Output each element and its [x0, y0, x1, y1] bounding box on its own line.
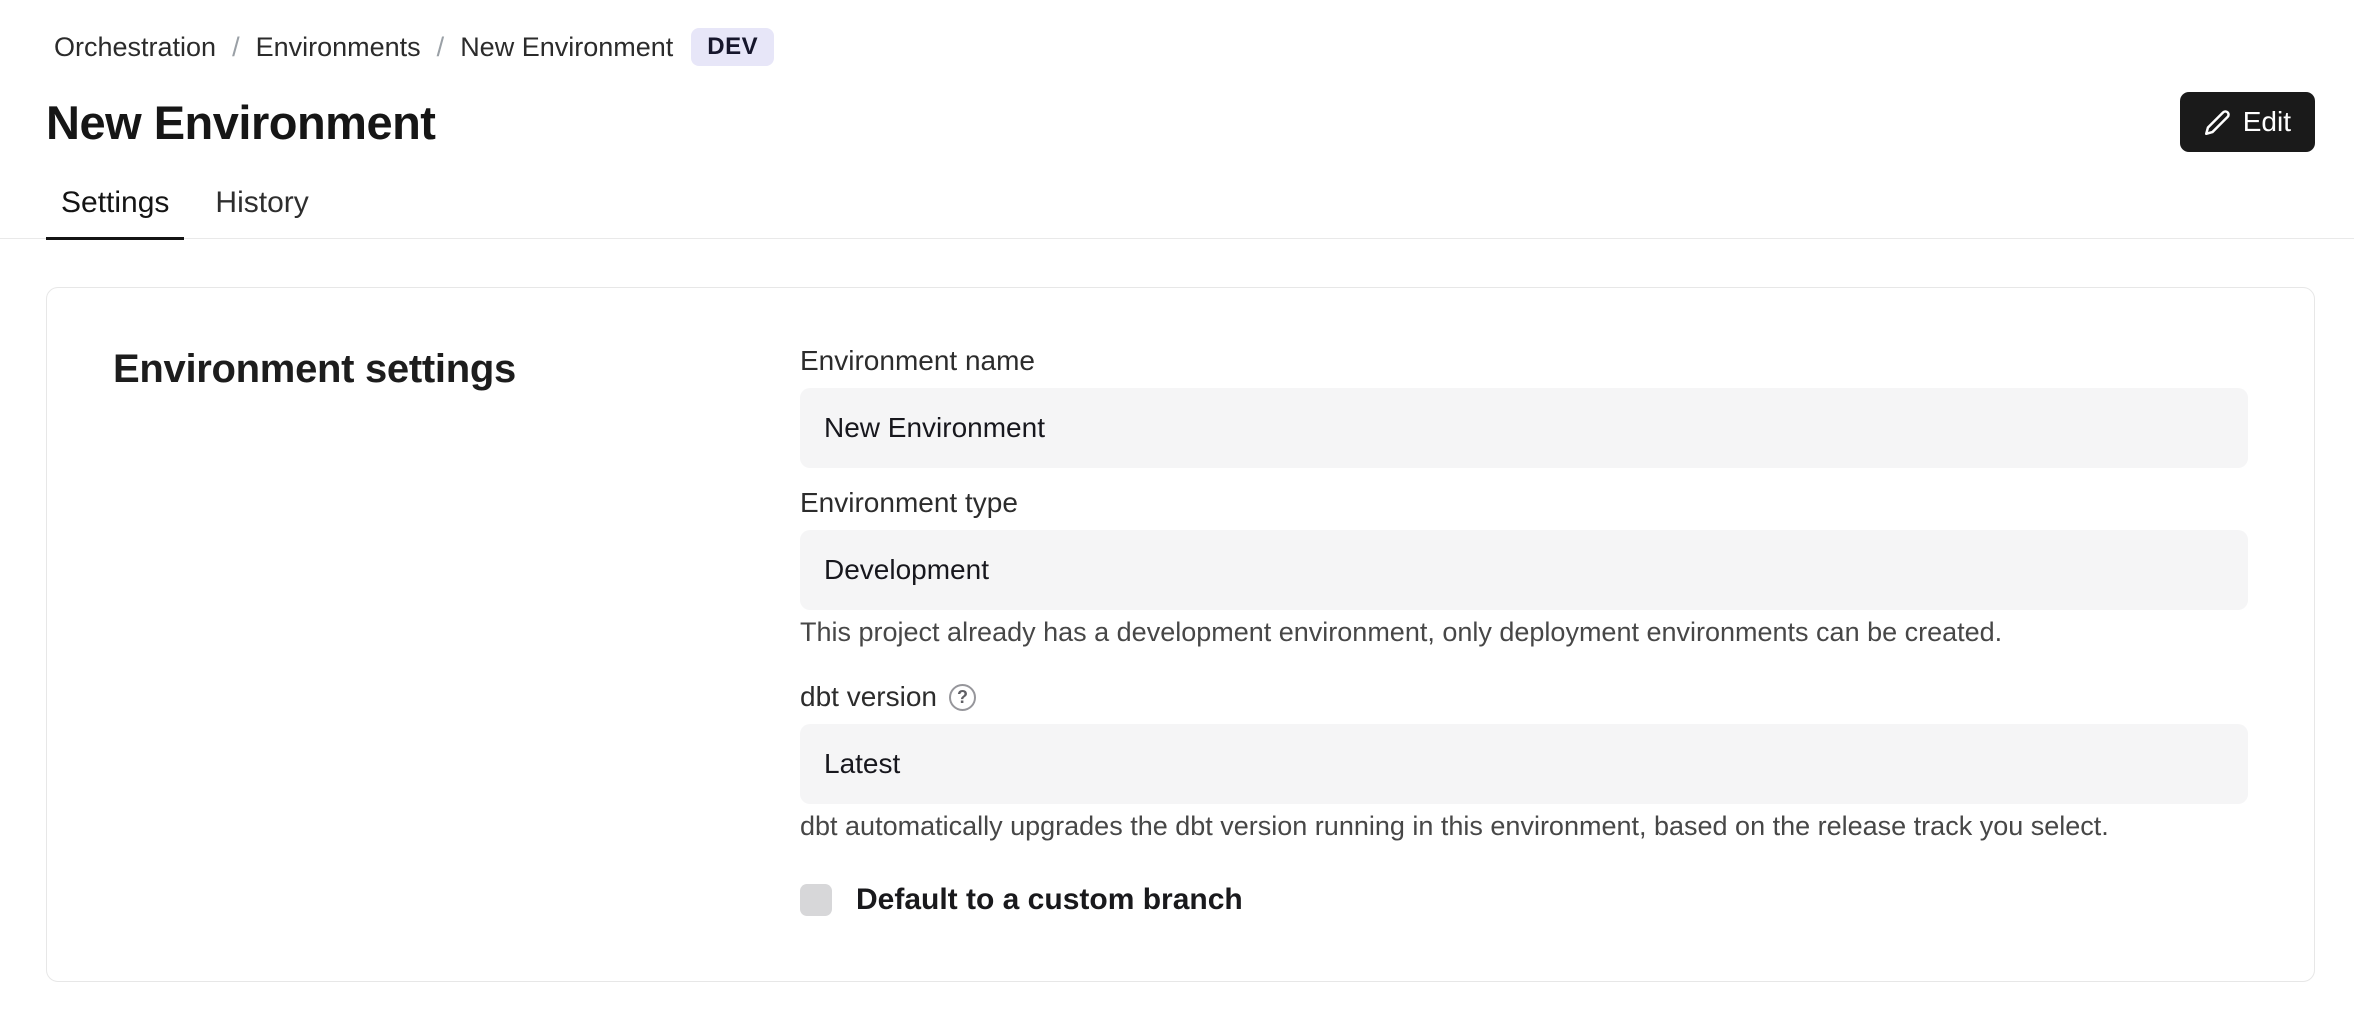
breadcrumb-separator: / [437, 32, 445, 63]
environment-name-label: Environment name [800, 346, 2248, 376]
page-title: New Environment [46, 95, 435, 150]
environment-type-field-group: Environment type This project already ha… [800, 488, 2248, 649]
edit-button-label: Edit [2243, 106, 2291, 138]
breadcrumb-item-new-environment[interactable]: New Environment [460, 32, 673, 63]
breadcrumb: Orchestration / Environments / New Envir… [0, 0, 2354, 66]
section-title: Environment settings [113, 346, 800, 392]
environment-settings-card: Environment settings Environment name En… [46, 287, 2315, 982]
custom-branch-label: Default to a custom branch [856, 883, 1243, 917]
environment-type-label: Environment type [800, 488, 2248, 518]
environment-dev-badge: DEV [691, 28, 774, 66]
edit-button[interactable]: Edit [2180, 92, 2315, 152]
pencil-icon [2204, 109, 2231, 136]
help-icon[interactable]: ? [949, 684, 976, 711]
tab-settings[interactable]: Settings [46, 186, 184, 240]
custom-branch-checkbox[interactable] [800, 884, 832, 916]
tab-bar: Settings History [0, 186, 2354, 240]
dbt-version-helper-text: dbt automatically upgrades the dbt versi… [800, 809, 2248, 843]
form-column: Environment name Environment type This p… [800, 346, 2248, 917]
dbt-version-input[interactable] [800, 724, 2248, 804]
dbt-version-field-group: dbt version ? dbt automatically upgrades… [800, 682, 2248, 843]
breadcrumb-item-environments[interactable]: Environments [256, 32, 421, 63]
environment-name-field-group: Environment name [800, 346, 2248, 468]
breadcrumb-separator: / [232, 32, 240, 63]
page-header: New Environment Edit [0, 92, 2354, 152]
custom-branch-row: Default to a custom branch [800, 883, 2248, 917]
environment-type-input[interactable] [800, 530, 2248, 610]
tab-history[interactable]: History [200, 186, 323, 240]
environment-type-helper-text: This project already has a development e… [800, 615, 2248, 649]
dbt-version-label: dbt version [800, 682, 937, 712]
section-column: Environment settings [113, 346, 800, 917]
breadcrumb-item-orchestration[interactable]: Orchestration [54, 32, 216, 63]
environment-name-input[interactable] [800, 388, 2248, 468]
